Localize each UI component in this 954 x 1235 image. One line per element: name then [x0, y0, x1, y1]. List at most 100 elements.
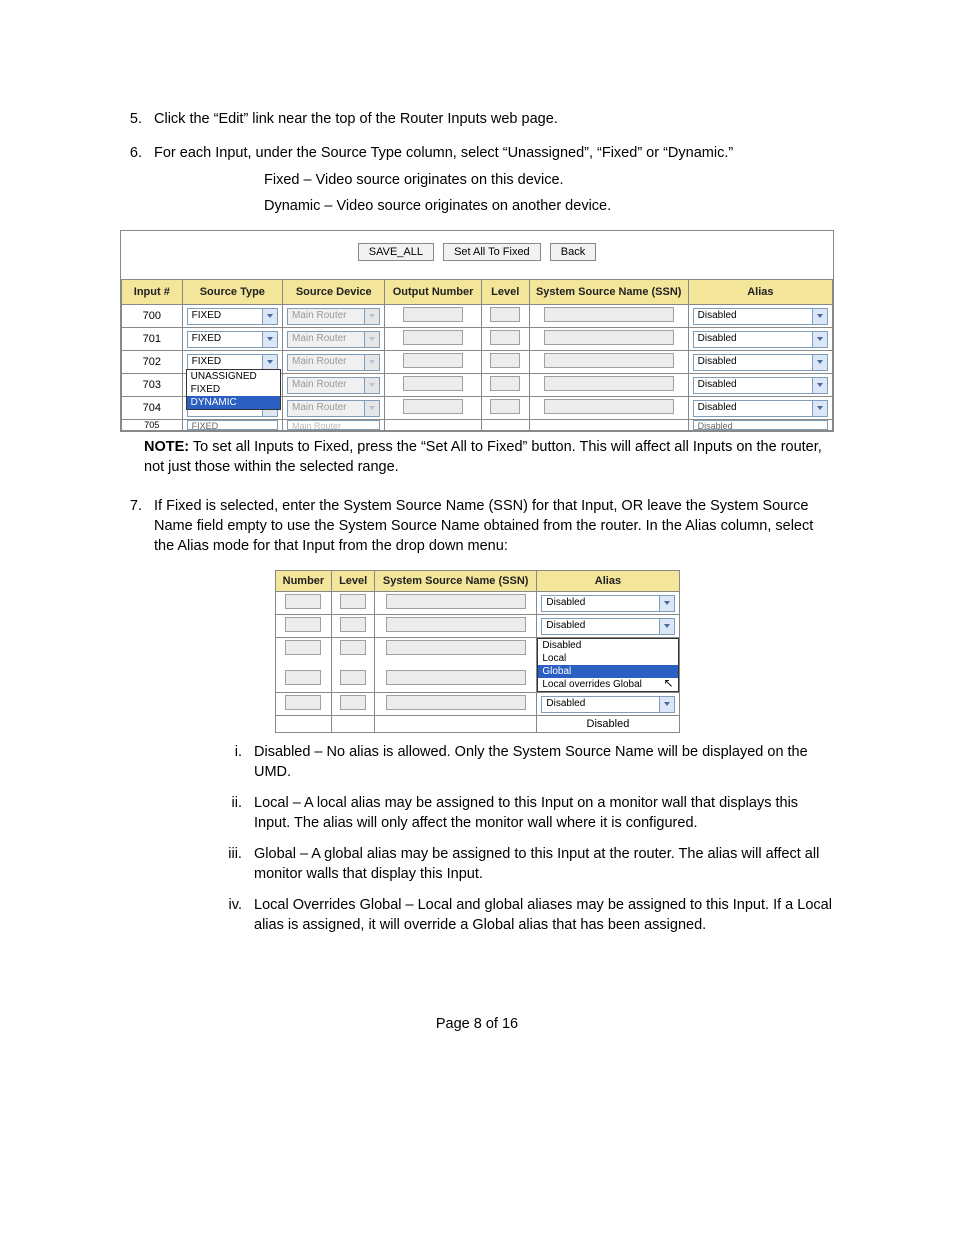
table-row: Disabled: [275, 693, 679, 716]
alias-dropdown[interactable]: Disabled: [693, 308, 828, 325]
cell-input-number: 700: [122, 305, 183, 328]
alias-dropdown[interactable]: Disabled: [541, 718, 674, 730]
output-number-field[interactable]: [403, 353, 463, 368]
col-source-device: Source Device: [283, 280, 385, 305]
col-alias: Alias: [688, 280, 832, 305]
level-field[interactable]: [490, 307, 520, 322]
alias-options-popup[interactable]: Disabled Local Global Local overrides Gl…: [537, 638, 678, 692]
alias-dropdown[interactable]: Disabled: [693, 331, 828, 348]
output-number-field[interactable]: [403, 376, 463, 391]
table-row: Disabled: [275, 716, 679, 733]
col-input-number: Input #: [122, 280, 183, 305]
level-field[interactable]: [340, 617, 366, 632]
ssn-field[interactable]: [544, 376, 674, 391]
chevron-down-icon: [364, 378, 379, 393]
option-global[interactable]: Global: [538, 665, 677, 678]
chevron-down-icon: [812, 332, 827, 347]
chevron-down-icon: [659, 596, 674, 611]
chevron-down-icon: [262, 309, 277, 324]
option-local-overrides-global[interactable]: Local overrides Global: [538, 678, 677, 691]
chevron-down-icon: [364, 355, 379, 370]
col-output-number: Output Number: [385, 280, 481, 305]
number-field[interactable]: [285, 594, 321, 609]
level-field[interactable]: [340, 594, 366, 609]
option-unassigned[interactable]: UNASSIGNED: [187, 370, 280, 383]
level-field[interactable]: [490, 399, 520, 414]
back-button[interactable]: Back: [550, 243, 596, 261]
cell-input-number: 701: [122, 328, 183, 351]
level-field[interactable]: [340, 695, 366, 710]
number-field[interactable]: [285, 617, 321, 632]
step-6-sub-dynamic: Dynamic – Video source originates on ano…: [264, 197, 834, 217]
cell-input-number: 702: [122, 351, 183, 374]
save-all-button[interactable]: SAVE_ALL: [358, 243, 434, 261]
ssn-field[interactable]: [386, 617, 526, 632]
ssn-field[interactable]: [544, 399, 674, 414]
ssn-field[interactable]: [544, 353, 674, 368]
toolbar: SAVE_ALL Set All To Fixed Back: [121, 231, 833, 279]
inputs-table: Input # Source Type Source Device Output…: [121, 279, 833, 431]
table-row: 705 FIXED Main Router Disabled: [122, 420, 833, 431]
set-all-to-fixed-button[interactable]: Set All To Fixed: [443, 243, 541, 261]
source-device-dropdown: Main Router: [287, 400, 380, 417]
col-ssn: System Source Name (SSN): [374, 571, 536, 592]
source-device-dropdown: Main Router: [287, 354, 380, 371]
source-type-dropdown[interactable]: FIXED: [187, 420, 278, 430]
alias-dropdown[interactable]: Disabled: [693, 420, 828, 430]
level-field[interactable]: [490, 330, 520, 345]
alias-dropdown[interactable]: Disabled: [693, 354, 828, 371]
alias-dropdown[interactable]: Disabled: [541, 618, 674, 635]
col-level: Level: [332, 571, 375, 592]
ssn-field[interactable]: [386, 640, 526, 655]
option-local[interactable]: Local: [538, 652, 677, 665]
number-field[interactable]: [285, 670, 321, 685]
chevron-down-icon: [659, 619, 674, 634]
alias-dropdown[interactable]: Disabled: [541, 696, 674, 713]
desc-local-overrides-global: Local Overrides Global – Local and globa…: [246, 896, 834, 935]
level-field[interactable]: [490, 376, 520, 391]
step-5-text: Click the “Edit” link near the top of th…: [154, 111, 558, 127]
source-type-options-popup[interactable]: UNASSIGNED FIXED DYNAMIC: [186, 369, 281, 410]
ssn-field[interactable]: [386, 695, 526, 710]
cell-input-number: 703: [122, 374, 183, 397]
level-field[interactable]: [340, 670, 366, 685]
output-number-field[interactable]: [403, 399, 463, 414]
col-source-type: Source Type: [182, 280, 282, 305]
alias-dropdown[interactable]: Disabled: [541, 595, 674, 612]
source-device-dropdown: Main Router: [287, 331, 380, 348]
chevron-down-icon: [812, 401, 827, 416]
note-block: NOTE: To set all Inputs to Fixed, press …: [144, 438, 834, 477]
level-field[interactable]: [340, 640, 366, 655]
ssn-field[interactable]: [544, 330, 674, 345]
output-number-field[interactable]: [403, 330, 463, 345]
chevron-down-icon: [812, 309, 827, 324]
desc-global: Global – A global alias may be assigned …: [246, 845, 834, 884]
option-fixed[interactable]: FIXED: [187, 383, 280, 396]
chevron-down-icon: [364, 309, 379, 324]
desc-disabled: Disabled – No alias is allowed. Only the…: [246, 743, 834, 782]
source-device-dropdown: Main Router: [287, 420, 380, 430]
option-dynamic[interactable]: DYNAMIC: [187, 396, 280, 409]
source-type-dropdown[interactable]: FIXED: [187, 308, 278, 325]
source-type-dropdown[interactable]: FIXED: [187, 331, 278, 348]
step-6-text: For each Input, under the Source Type co…: [154, 145, 733, 161]
alias-table: Number Level System Source Name (SSN) Al…: [275, 570, 680, 733]
source-device-dropdown: Main Router: [287, 308, 380, 325]
chevron-down-icon: [364, 401, 379, 416]
ssn-field[interactable]: [386, 670, 526, 685]
number-field[interactable]: [285, 640, 321, 655]
chevron-down-icon: [659, 697, 674, 712]
table-row: Disabled: [275, 615, 679, 638]
alias-dropdown[interactable]: Disabled: [693, 377, 828, 394]
ssn-field[interactable]: [544, 307, 674, 322]
chevron-down-icon: [262, 355, 277, 370]
step-6: For each Input, under the Source Type co…: [146, 144, 834, 217]
table-row: 701 FIXED Main Router: [122, 328, 833, 351]
output-number-field[interactable]: [403, 307, 463, 322]
ssn-field[interactable]: [386, 594, 526, 609]
cursor-icon: ↖: [663, 677, 673, 689]
level-field[interactable]: [490, 353, 520, 368]
alias-dropdown[interactable]: Disabled: [693, 400, 828, 417]
option-disabled[interactable]: Disabled: [538, 639, 677, 652]
number-field[interactable]: [285, 695, 321, 710]
